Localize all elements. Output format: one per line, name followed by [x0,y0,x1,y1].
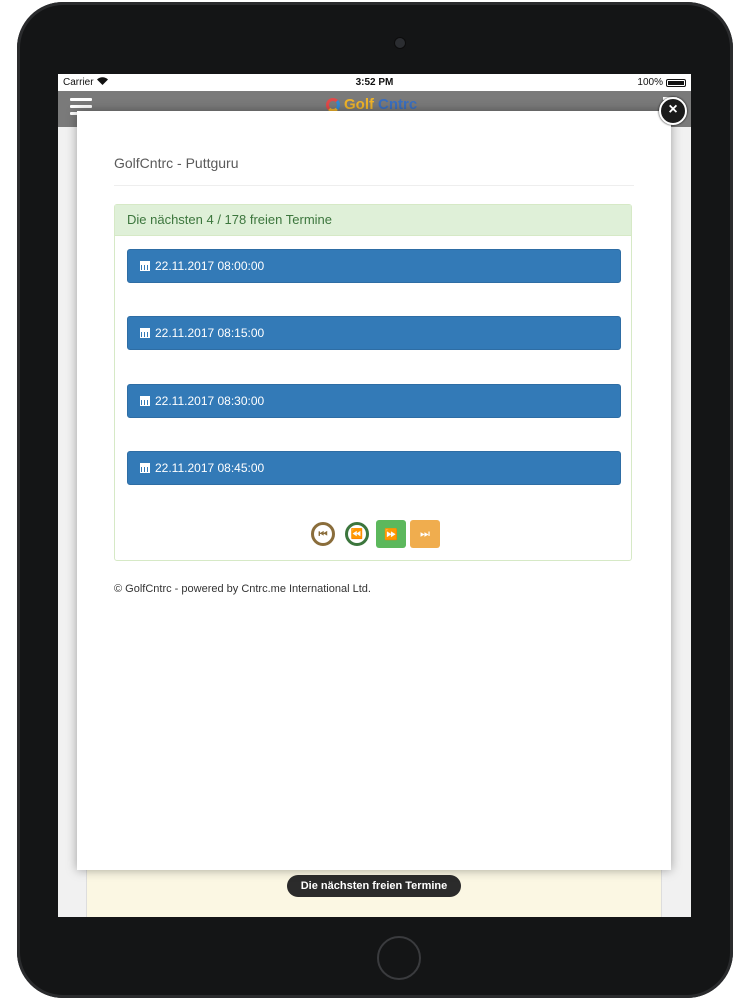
status-battery: 100% [637,77,686,88]
battery-icon [666,78,686,87]
next-page-button[interactable]: ⏩ [376,520,406,548]
next-page-icon: ⏩ [384,528,398,541]
status-time: 3:52 PM [355,77,394,88]
status-bar: Carrier 3:52 PM 100% [58,74,691,91]
first-page-icon: ⏮ [311,522,335,546]
last-page-icon: ⏭ [420,527,430,540]
pager: ⏮ ⏪ ⏩ ⏭ [308,520,440,548]
logo-mark-icon [326,97,340,112]
first-page-button[interactable]: ⏮ [308,520,338,548]
calendar-icon [140,396,150,406]
bottom-toast: Die nächsten freien Termine [287,875,461,897]
appointments-panel: Die nächsten 4 / 178 freien Termine 22.1… [114,204,632,561]
slot-button-4[interactable]: 22.11.2017 08:45:00 [127,451,621,485]
appointments-modal: GolfCntrc - Puttguru Die nächsten 4 / 17… [77,111,671,870]
previous-page-icon: ⏪ [345,522,369,546]
slot-label: 22.11.2017 08:45:00 [155,461,265,475]
slot-label: 22.11.2017 08:30:00 [155,394,265,408]
slot-button-2[interactable]: 22.11.2017 08:15:00 [127,316,621,350]
home-button[interactable] [377,936,421,980]
slot-label: 22.11.2017 08:15:00 [155,326,265,340]
calendar-icon [140,261,150,271]
close-button[interactable]: × [659,97,687,125]
previous-page-button[interactable]: ⏪ [342,520,372,548]
front-camera [394,37,406,49]
screen: Carrier 3:52 PM 100% Golf Cntrc Die nächs… [58,74,691,917]
panel-heading: Die nächsten 4 / 178 freien Termine [115,205,631,236]
slot-button-1[interactable]: 22.11.2017 08:00:00 [127,249,621,283]
battery-percent: 100% [637,77,663,88]
calendar-icon [140,328,150,338]
modal-title: GolfCntrc - Puttguru [114,155,239,171]
slot-label: 22.11.2017 08:00:00 [155,259,265,273]
slot-button-3[interactable]: 22.11.2017 08:30:00 [127,384,621,418]
modal-divider [114,185,634,186]
footer-text: © GolfCntrc - powered by Cntrc.me Intern… [114,583,371,595]
calendar-icon [140,463,150,473]
last-page-button[interactable]: ⏭ [410,520,440,548]
